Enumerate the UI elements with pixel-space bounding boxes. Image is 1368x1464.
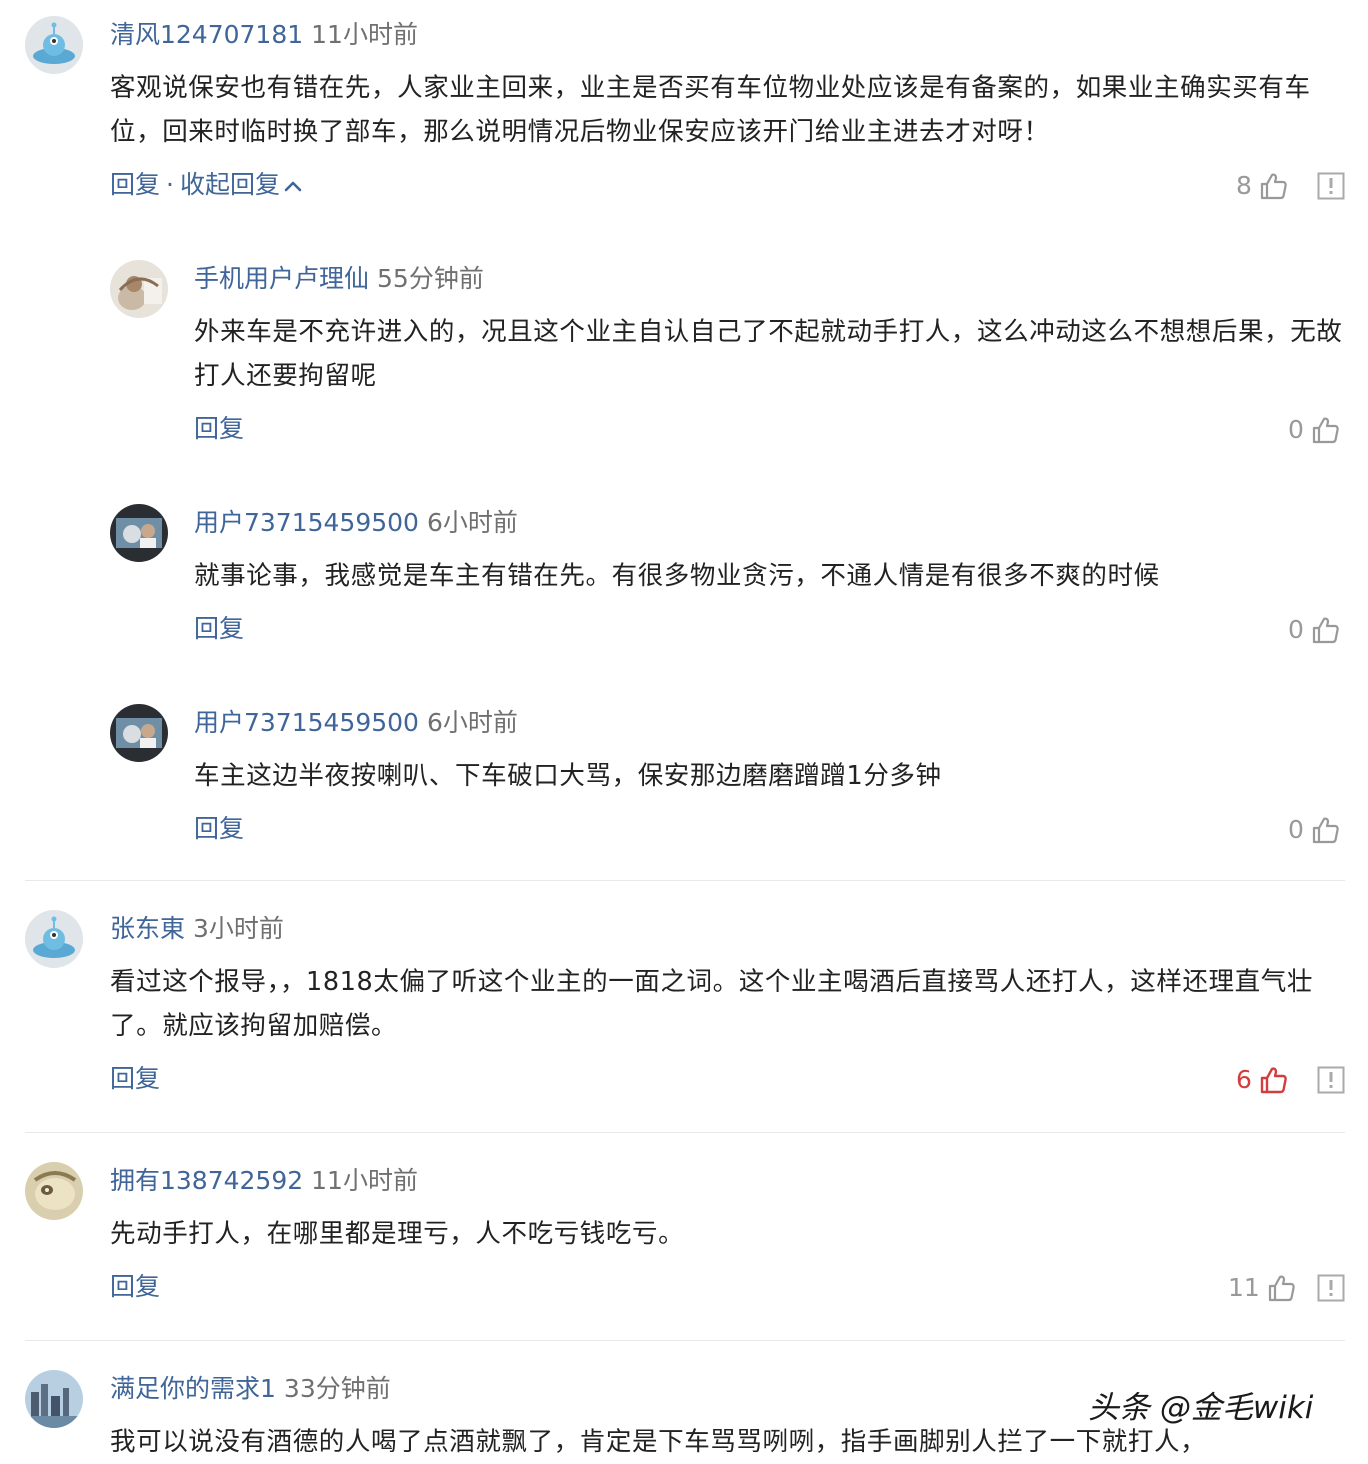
comment-header: 拥有138742592 11小时前 (110, 1164, 418, 1198)
comment-actions: 回复 (194, 412, 244, 446)
timestamp: 55分钟前 (377, 264, 484, 293)
like-button[interactable]: 0 (1288, 612, 1340, 647)
comment-header: 张东東 3小时前 (110, 912, 284, 946)
comment-actions: 回复 (110, 1270, 160, 1304)
comment-actions: 回复 (194, 812, 244, 846)
cityscape-avatar-icon (25, 1370, 83, 1428)
watermark: 头条 @金毛wiki (1088, 1390, 1314, 1426)
person-photo-avatar-icon (110, 260, 168, 318)
avatar[interactable] (25, 16, 83, 74)
comment-header: 满足你的需求1 33分钟前 (110, 1372, 391, 1406)
comment-header: 清风124707181 11小时前 (110, 18, 418, 52)
alien-avatar-icon (25, 16, 83, 74)
thumbs-up-icon (1312, 417, 1339, 444)
reply-button[interactable]: 回复 (194, 814, 244, 843)
timestamp: 11小时前 (311, 1166, 418, 1195)
report-icon[interactable] (1317, 1274, 1345, 1302)
reply-button[interactable]: 回复 (110, 170, 160, 199)
thumbs-up-icon (1312, 617, 1339, 644)
comment-text: 客观说保安也有错在先，人家业主回来，业主是否买有车位物业处应该是有备案的，如果业… (110, 73, 1311, 147)
avatar[interactable] (25, 1162, 83, 1220)
comment-text: 外来车是不充许进入的，况且这个业主自认自己了不起就动手打人，这么冲动这么不想想后… (194, 317, 1343, 391)
avatar[interactable] (110, 504, 168, 562)
thumbs-up-icon (1312, 817, 1339, 844)
username[interactable]: 满足你的需求1 (110, 1374, 276, 1403)
like-button[interactable]: 8 (1236, 168, 1288, 203)
avatar[interactable] (110, 260, 168, 318)
comment-actions: 回复 (110, 1062, 160, 1096)
action-separator: · (166, 170, 174, 199)
comment-actions: 回复 (194, 612, 244, 646)
like-count: 0 (1288, 815, 1304, 844)
report-icon[interactable] (1317, 172, 1345, 200)
avatar[interactable] (110, 704, 168, 762)
username[interactable]: 手机用户卢理仙 (194, 264, 369, 293)
timestamp: 33分钟前 (283, 1374, 391, 1403)
like-button[interactable]: 11 (1228, 1270, 1296, 1305)
like-count: 0 (1288, 415, 1304, 444)
person-photo-avatar-icon (110, 704, 168, 762)
collapse-replies-button[interactable]: 收起回复 (180, 170, 302, 199)
avatar[interactable] (25, 1370, 83, 1428)
comment-divider (25, 1340, 1345, 1341)
avatar[interactable] (25, 910, 83, 968)
like-button[interactable]: 0 (1288, 412, 1340, 447)
username[interactable]: 用户73715459500 (194, 508, 419, 537)
like-count: 6 (1236, 1065, 1252, 1094)
thumbs-up-icon (1268, 1275, 1295, 1302)
like-count: 0 (1288, 615, 1304, 644)
thumbs-up-icon (1260, 173, 1287, 200)
reply-button[interactable]: 回复 (194, 414, 244, 443)
timestamp: 11小时前 (311, 20, 418, 49)
username[interactable]: 清风124707181 (110, 20, 303, 49)
cartoon-avatar-icon (25, 1162, 83, 1220)
person-photo-avatar-icon (110, 504, 168, 562)
timestamp: 6小时前 (426, 708, 518, 737)
comment-header: 用户73715459500 6小时前 (194, 706, 518, 740)
timestamp: 6小时前 (426, 508, 518, 537)
comment-text: 看过这个报导，，1818太偏了听这个业主的一面之词。这个业主喝酒后直接骂人还打人… (110, 967, 1313, 1041)
chevron-up-icon (284, 181, 302, 192)
comment-text: 车主这边半夜按喇叭、下车破口大骂，保安那边磨磨蹭蹭1分多钟 (194, 761, 942, 791)
comment-header: 手机用户卢理仙 55分钟前 (194, 262, 484, 296)
like-count: 8 (1236, 171, 1252, 200)
comment-divider (25, 1132, 1345, 1133)
username[interactable]: 拥有138742592 (110, 1166, 303, 1195)
report-icon[interactable] (1317, 1066, 1345, 1094)
collapse-replies-label: 收起回复 (179, 170, 280, 199)
reply-button[interactable]: 回复 (194, 614, 244, 643)
comment-divider (25, 880, 1345, 881)
thumbs-up-icon (1260, 1067, 1287, 1094)
reply-button[interactable]: 回复 (110, 1272, 160, 1301)
like-button[interactable]: 0 (1288, 812, 1340, 847)
comment-text: 先动手打人，在哪里都是理亏，人不吃亏钱吃亏。 (110, 1219, 685, 1249)
username[interactable]: 用户73715459500 (194, 708, 419, 737)
like-count: 11 (1228, 1273, 1260, 1302)
like-button[interactable]: 6 (1236, 1062, 1288, 1097)
reply-button[interactable]: 回复 (110, 1064, 160, 1093)
username[interactable]: 张东東 (110, 914, 185, 943)
comment-text: 就事论事，我感觉是车主有错在先。有很多物业贪污，不通人情是有很多不爽的时候 (194, 561, 1160, 591)
comment-header: 用户73715459500 6小时前 (194, 506, 518, 540)
comment-actions: 回复 · 收起回复 (110, 168, 302, 202)
timestamp: 3小时前 (193, 914, 284, 943)
alien-avatar-icon (25, 910, 83, 968)
